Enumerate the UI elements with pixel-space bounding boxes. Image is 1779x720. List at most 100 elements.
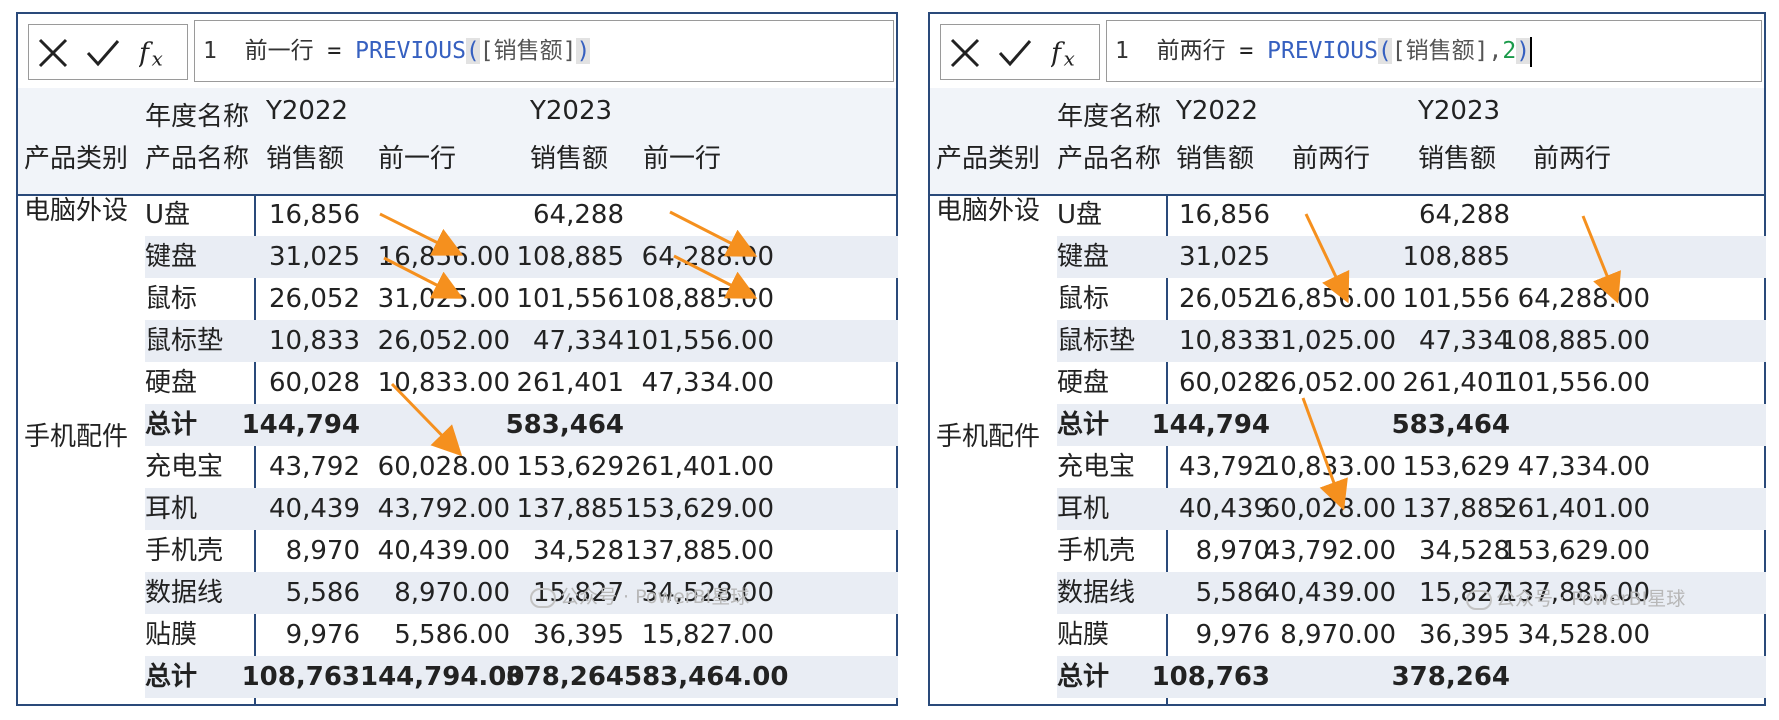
prev-header[interactable]: 前一行: [378, 138, 456, 175]
table-row[interactable]: U盘 16,856 64,288: [145, 194, 898, 236]
table-row[interactable]: 键盘 31,025 16,856.00 108,885 64,288.00: [145, 236, 898, 278]
total-row[interactable]: 总计 108,763 378,264: [1057, 656, 1766, 698]
svg-text:x: x: [1064, 48, 1075, 71]
prev-2023: 101,556.00: [625, 326, 774, 356]
sales-2023: 108,885: [516, 242, 624, 272]
table-row[interactable]: 键盘 31,025 108,885: [1057, 236, 1766, 278]
open-paren: (: [465, 38, 480, 64]
close-paren: ): [1516, 38, 1531, 64]
table-row[interactable]: 耳机 40,439 43,792.00 137,885 153,629.00: [145, 488, 898, 530]
function-name: PREVIOUS: [355, 38, 466, 64]
matrix-body: 电脑外设 手机配件 U盘 16,856 64,288 键盘 31,025 108,885 鼠…: [930, 194, 1766, 704]
prev-2023: 64,288.00: [641, 242, 774, 272]
sales-2022: 108,763: [241, 662, 360, 692]
table-row[interactable]: 硬盘 60,028 26,052.00 261,401 101,556.00: [1057, 362, 1766, 404]
sales-2023: 583,464: [505, 410, 624, 440]
sales-2023: 101,556: [1402, 284, 1510, 314]
sales-2023: 36,395: [1419, 620, 1510, 650]
sales-2023: 47,334: [533, 326, 624, 356]
prev-2023: 108,885.00: [625, 284, 774, 314]
equals-sign: =: [327, 38, 342, 64]
matrix-body: 电脑外设 手机配件 U盘 16,856 64,288 键盘 31,025 16,856.0…: [18, 194, 898, 704]
prev-2023: [1500, 404, 1650, 446]
sales-2022: 43,792: [269, 452, 360, 482]
column-ref: [销售额]: [1391, 38, 1489, 64]
close-icon[interactable]: [35, 35, 71, 71]
product-label: 产品名称: [145, 144, 250, 174]
prev-2023: 261,401.00: [625, 452, 774, 482]
open-paren: (: [1377, 38, 1392, 64]
formula-bar: fx 1 前一行 = PREVIOUS([销售额]): [18, 14, 896, 84]
sales-2023: 261,401: [1402, 368, 1510, 398]
measure-name: 前一行: [244, 38, 314, 64]
sales-2023: 378,264: [505, 662, 624, 692]
table-row[interactable]: 数据线 5,586 8,970.00 15,827 34,528.00: [145, 572, 898, 614]
sales-2022: 16,856: [269, 200, 360, 230]
close-icon[interactable]: [947, 35, 983, 71]
total-row[interactable]: 总计 144,794 583,464: [145, 404, 898, 446]
watermark: 公众号 · PowerBI星球: [1466, 584, 1685, 611]
year-2022: Y2022: [1176, 96, 1259, 126]
prev-header[interactable]: 前两行: [1292, 138, 1370, 175]
prev-2023: [624, 194, 774, 236]
sales-2022: 9,976: [285, 620, 360, 650]
formula-input[interactable]: 1 前一行 = PREVIOUS([销售额]): [194, 20, 894, 82]
sales-2023: 47,334: [1419, 326, 1510, 356]
prev-2023: 101,556.00: [1501, 368, 1650, 398]
prev-header[interactable]: 前一行: [643, 138, 721, 175]
prev-2023: 34,528.00: [1517, 620, 1650, 650]
prev-2023: [624, 404, 774, 446]
check-icon[interactable]: [85, 35, 121, 71]
prev-header[interactable]: 前两行: [1533, 138, 1611, 175]
column-ref: [销售额]: [479, 38, 577, 64]
table-row[interactable]: 贴膜 9,976 8,970.00 36,395 34,528.00: [1057, 614, 1766, 656]
table-row[interactable]: 鼠标垫 10,833 31,025.00 47,334 108,885.00: [1057, 320, 1766, 362]
formula-input[interactable]: 1 前两行 = PREVIOUS([销售额],2): [1106, 20, 1762, 82]
year-label: 年度名称: [1057, 102, 1162, 132]
category-phone: 手机配件: [936, 422, 1041, 452]
prev-2023: [1500, 194, 1650, 236]
table-row[interactable]: 鼠标 26,052 31,025.00 101,556 108,885.00: [145, 278, 898, 320]
category-computer: 电脑外设: [936, 196, 1041, 226]
sales-2023: 153,629: [1402, 452, 1510, 482]
table-row[interactable]: 手机壳 8,970 40,439.00 34,528 137,885.00: [145, 530, 898, 572]
line-number: 1: [203, 38, 217, 64]
sales-2022: 144,794: [241, 410, 360, 440]
table-row[interactable]: 充电宝 43,792 60,028.00 153,629 261,401.00: [145, 446, 898, 488]
product-label: 产品名称: [1057, 144, 1162, 174]
fx-icon[interactable]: fx: [139, 35, 175, 71]
fx-icon[interactable]: fx: [1051, 35, 1087, 71]
measure-name: 前两行: [1156, 38, 1226, 64]
table-row[interactable]: 手机壳 8,970 43,792.00 34,528 153,629.00: [1057, 530, 1766, 572]
table-row[interactable]: U盘 16,856 64,288: [1057, 194, 1766, 236]
sales-2023: 583,464: [1391, 410, 1510, 440]
table-row[interactable]: 贴膜 9,976 5,586.00 36,395 15,827.00: [145, 614, 898, 656]
category-label: 产品类别: [24, 144, 129, 174]
table-row[interactable]: 硬盘 60,028 10,833.00 261,401 47,334.00: [145, 362, 898, 404]
sales-2022: 8,970: [285, 536, 360, 566]
table-row[interactable]: 耳机 40,439 60,028.00 137,885 261,401.00: [1057, 488, 1766, 530]
text-cursor: [1530, 36, 1533, 67]
table-row[interactable]: 充电宝 43,792 10,833.00 153,629 47,334.00: [1057, 446, 1766, 488]
table-row[interactable]: 鼠标垫 10,833 26,052.00 47,334 101,556.00: [145, 320, 898, 362]
total-row[interactable]: 总计 144,794 583,464: [1057, 404, 1766, 446]
sales-header[interactable]: 销售额: [1418, 138, 1496, 175]
sales-header[interactable]: 销售额: [1176, 138, 1254, 175]
sales-header[interactable]: 销售额: [530, 138, 608, 175]
prev-2023: 64,288.00: [1517, 284, 1650, 314]
table-row[interactable]: 鼠标 26,052 16,856.00 101,556 64,288.00: [1057, 278, 1766, 320]
close-paren: ): [576, 38, 591, 64]
total-row[interactable]: 总计 108,763 144,794.00 378,264 583,464.00: [145, 656, 898, 698]
sales-2023: 137,885: [1402, 494, 1510, 524]
line-number: 1: [1115, 38, 1129, 64]
arg-separator: ,: [1488, 38, 1503, 64]
sales-2023: 153,629: [516, 452, 624, 482]
prev-2023: 47,334.00: [641, 368, 774, 398]
right-panel: fx 1 前两行 = PREVIOUS([销售额],2) 年度名称 Y2022 …: [928, 12, 1766, 706]
matrix-header: 年度名称 Y2022 Y2023 产品类别 产品名称 销售额 前两行 销售额 前…: [930, 88, 1764, 196]
function-name: PREVIOUS: [1267, 38, 1378, 64]
check-icon[interactable]: [997, 35, 1033, 71]
prev-2023: 15,827.00: [641, 620, 774, 650]
formula-buttons: fx: [28, 24, 188, 80]
sales-header[interactable]: 销售额: [266, 138, 344, 175]
